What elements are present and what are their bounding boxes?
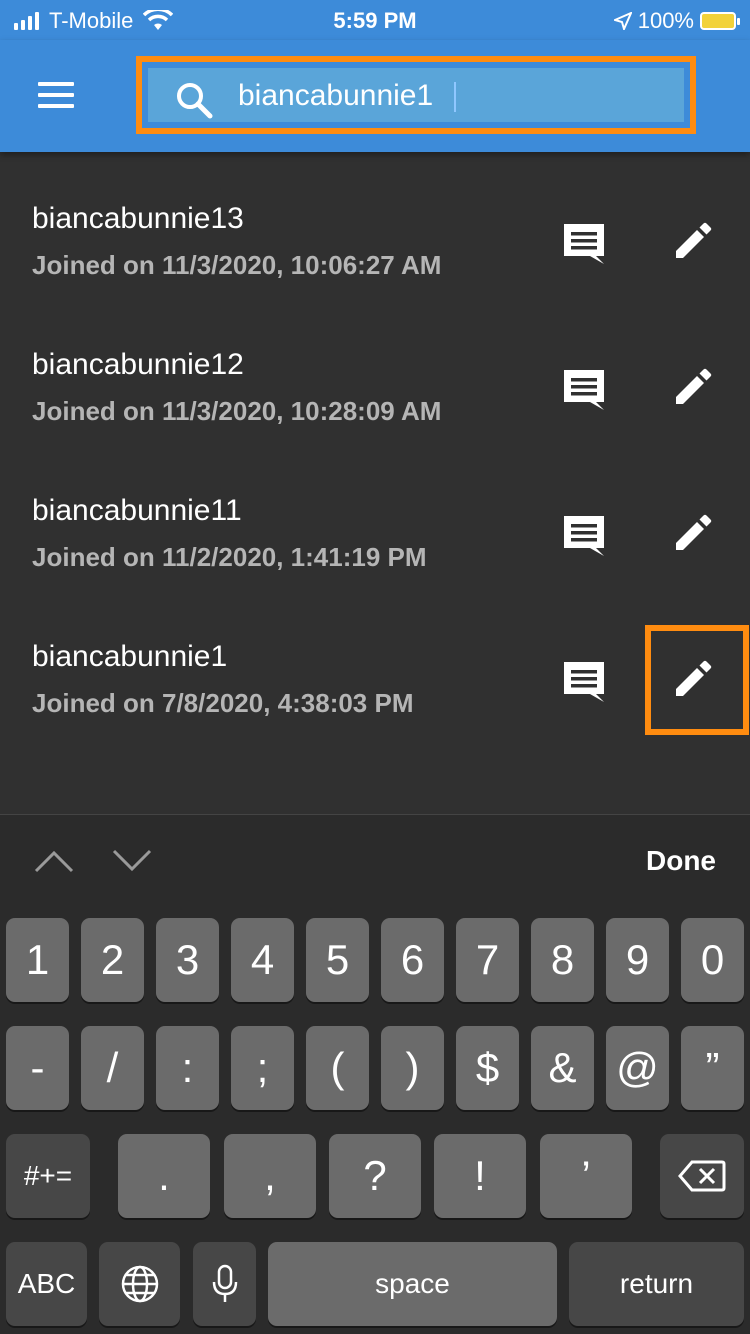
- key[interactable]: ): [381, 1026, 444, 1110]
- key[interactable]: /: [81, 1026, 144, 1110]
- keyboard: 1 2 3 4 5 6 7 8 9 0 - / : ; ( ) $ & @ ” …: [0, 906, 750, 1334]
- space-key[interactable]: space: [268, 1242, 557, 1326]
- done-button[interactable]: Done: [646, 845, 716, 877]
- edit-icon[interactable]: [674, 220, 714, 260]
- key[interactable]: 4: [231, 918, 294, 1002]
- key[interactable]: -: [6, 1026, 69, 1110]
- key[interactable]: 7: [456, 918, 519, 1002]
- user-name: biancabunnie11: [32, 494, 242, 527]
- key[interactable]: ,: [224, 1134, 316, 1218]
- key[interactable]: 8: [531, 918, 594, 1002]
- key[interactable]: ’: [540, 1134, 632, 1218]
- symbols-key[interactable]: #+=: [6, 1134, 90, 1218]
- mic-key[interactable]: [193, 1242, 256, 1326]
- list-item[interactable]: biancabunnie13 Joined on 11/3/2020, 10:0…: [0, 152, 750, 298]
- list-item[interactable]: biancabunnie1 Joined on 7/8/2020, 4:38:0…: [0, 590, 750, 736]
- abc-key[interactable]: ABC: [6, 1242, 87, 1326]
- text-caret: [454, 82, 456, 112]
- list-item[interactable]: biancabunnie12 Joined on 11/3/2020, 10:2…: [0, 298, 750, 444]
- key[interactable]: ;: [231, 1026, 294, 1110]
- chevron-up-icon[interactable]: [34, 849, 74, 873]
- search-icon: [177, 83, 213, 119]
- key[interactable]: !: [434, 1134, 526, 1218]
- return-key[interactable]: return: [569, 1242, 744, 1326]
- menu-icon[interactable]: [38, 82, 74, 108]
- battery-icon: [700, 12, 740, 30]
- battery-percent: 100%: [637, 8, 694, 33]
- keyboard-toolbar: Done: [0, 814, 750, 907]
- key[interactable]: 2: [81, 918, 144, 1002]
- key[interactable]: .: [118, 1134, 210, 1218]
- key[interactable]: ?: [329, 1134, 421, 1218]
- search-box[interactable]: [148, 68, 684, 122]
- message-icon[interactable]: [562, 222, 606, 266]
- edit-icon[interactable]: [674, 366, 714, 406]
- user-name: biancabunnie13: [32, 202, 244, 235]
- microphone-icon: [212, 1264, 237, 1302]
- edit-icon[interactable]: [674, 512, 714, 552]
- status-right: 100%: [613, 8, 740, 34]
- key[interactable]: @: [606, 1026, 669, 1110]
- joined-date: Joined on 11/3/2020, 10:06:27 AM: [32, 250, 442, 280]
- key[interactable]: 9: [606, 918, 669, 1002]
- message-icon[interactable]: [562, 368, 606, 412]
- key[interactable]: 1: [6, 918, 69, 1002]
- status-bar: T-Mobile 5:59 PM 100%: [0, 0, 750, 40]
- message-icon[interactable]: [562, 660, 606, 704]
- search-highlight: [136, 56, 696, 134]
- delete-key[interactable]: [660, 1134, 744, 1218]
- backspace-icon: [678, 1160, 726, 1192]
- location-arrow-icon: [613, 12, 632, 30]
- key[interactable]: (: [306, 1026, 369, 1110]
- chevron-down-icon[interactable]: [112, 849, 152, 873]
- joined-date: Joined on 7/8/2020, 4:38:03 PM: [32, 688, 414, 718]
- key[interactable]: :: [156, 1026, 219, 1110]
- key[interactable]: &: [531, 1026, 594, 1110]
- joined-date: Joined on 11/2/2020, 1:41:19 PM: [32, 542, 427, 572]
- search-input[interactable]: [238, 76, 638, 116]
- app-bar: [0, 40, 750, 152]
- edit-highlight: [645, 625, 749, 735]
- message-icon[interactable]: [562, 514, 606, 558]
- key[interactable]: 0: [681, 918, 744, 1002]
- globe-key[interactable]: [99, 1242, 180, 1326]
- key[interactable]: 3: [156, 918, 219, 1002]
- joined-date: Joined on 11/3/2020, 10:28:09 AM: [32, 396, 442, 426]
- user-name: biancabunnie12: [32, 348, 244, 381]
- globe-icon: [121, 1265, 158, 1303]
- key[interactable]: 6: [381, 918, 444, 1002]
- list-item[interactable]: biancabunnie11 Joined on 11/2/2020, 1:41…: [0, 444, 750, 590]
- key[interactable]: $: [456, 1026, 519, 1110]
- user-name: biancabunnie1: [32, 640, 228, 673]
- key[interactable]: ”: [681, 1026, 744, 1110]
- key[interactable]: 5: [306, 918, 369, 1002]
